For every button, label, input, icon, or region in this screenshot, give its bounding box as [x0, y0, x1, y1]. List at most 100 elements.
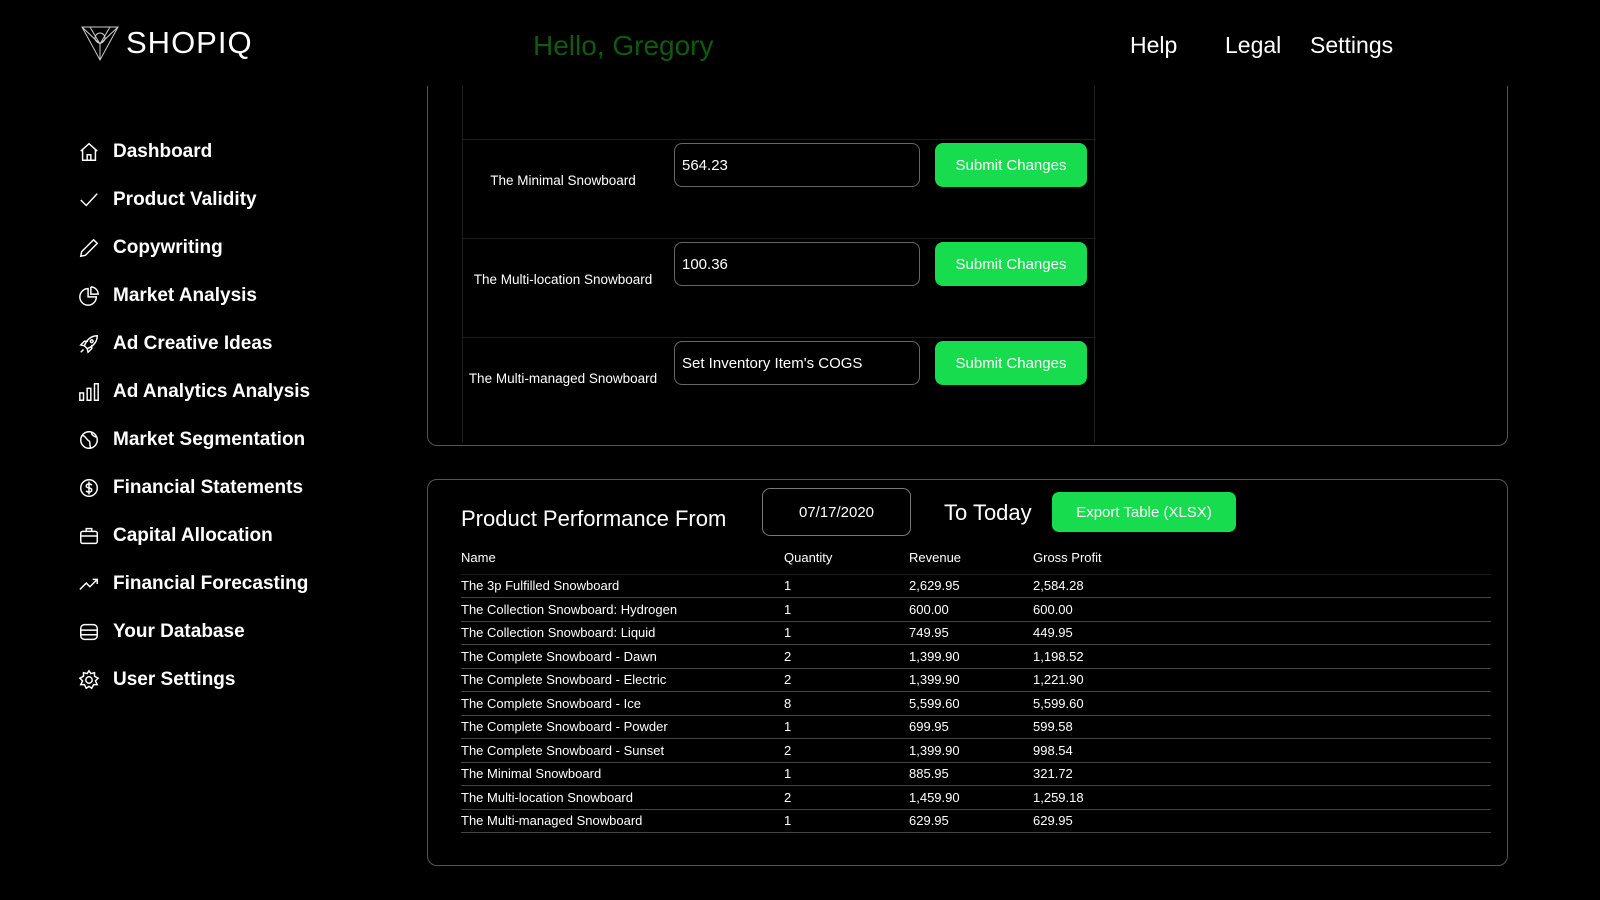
cogs-input[interactable]: [674, 341, 920, 385]
cell-gross-profit: 599.58: [1033, 715, 1491, 739]
cell-revenue: 885.95: [909, 762, 1033, 786]
product-name: The Multi-managed Snowboard: [468, 371, 658, 386]
sidebar-item-financial-statements[interactable]: Financial Statements: [78, 464, 310, 512]
cell-name: The Collection Snowboard: Liquid: [461, 621, 784, 645]
table-row[interactable]: The 3p Fulfilled Snowboard 1 2,629.95 2,584…: [461, 573, 1491, 598]
cell-gross-profit: 629.95: [1033, 809, 1491, 833]
cell-gross-profit: 1,221.90: [1033, 668, 1491, 692]
column-header-gross-profit[interactable]: Gross Profit: [1033, 548, 1491, 574]
table-row[interactable]: The Complete Snowboard - Electric 2 1,399.…: [461, 668, 1491, 692]
cell-quantity: 8: [784, 691, 909, 716]
cogs-row: The Minimal Snowboard Submit Changes: [463, 139, 1096, 238]
nav-settings[interactable]: Settings: [1310, 32, 1393, 59]
cogs-row: The Multi-location Snowboard Submit Chan…: [463, 238, 1096, 337]
table-row[interactable]: The Collection Snowboard: Hydrogen 1 600.0…: [461, 597, 1491, 622]
column-header-revenue[interactable]: Revenue: [909, 548, 1033, 574]
cell-quantity: 1: [784, 597, 909, 622]
cell-revenue: 1,399.90: [909, 644, 1033, 669]
table-row[interactable]: The Complete Snowboard - Powder 1 699.95 59…: [461, 715, 1491, 739]
sidebar-item-label: Market Segmentation: [113, 429, 306, 450]
submit-changes-button[interactable]: Submit Changes: [935, 341, 1087, 385]
database-icon: [80, 623, 98, 641]
cell-name: The Complete Snowboard - Dawn: [461, 644, 784, 669]
cell-quantity: 1: [784, 715, 909, 739]
table-row[interactable]: The Collection Snowboard: Liquid 1 749.95 4…: [461, 621, 1491, 645]
submit-changes-button[interactable]: Submit Changes: [935, 242, 1087, 286]
sidebar-item-label: Dashboard: [113, 141, 213, 162]
home-icon: [80, 142, 98, 161]
sidebar-item-label: Financial Forecasting: [113, 573, 309, 594]
sidebar-item-capital-allocation[interactable]: Capital Allocation: [78, 512, 310, 560]
cell-revenue: 629.95: [909, 809, 1033, 833]
bar-chart-icon: [79, 383, 99, 401]
cell-quantity: 2: [784, 785, 909, 810]
cell-revenue: 699.95: [909, 715, 1033, 739]
pencil-icon: [79, 238, 99, 258]
sidebar-item-product-validity[interactable]: Product Validity: [78, 176, 310, 224]
cell-name: The Complete Snowboard - Ice: [461, 691, 784, 716]
cell-gross-profit: 5,599.60: [1033, 691, 1491, 716]
cogs-input[interactable]: [674, 143, 920, 187]
cogs-card: The Minimal Snowboard Submit Changes The…: [427, 10, 1508, 446]
sidebar-item-your-database[interactable]: Your Database: [78, 608, 310, 656]
column-header-quantity[interactable]: Quantity: [784, 548, 909, 574]
table-row[interactable]: The Complete Snowboard - Ice 8 5,599.60 5,5…: [461, 691, 1491, 716]
cell-quantity: 1: [784, 762, 909, 786]
cogs-list[interactable]: The Minimal Snowboard Submit Changes The…: [462, 10, 1096, 442]
sidebar-item-dashboard[interactable]: Dashboard: [78, 128, 310, 176]
rocket-icon: [79, 335, 98, 354]
table-row[interactable]: The Multi-location Snowboard 2 1,459.90 1,2…: [461, 785, 1491, 810]
sidebar: Dashboard Product Validity Copywriting M…: [78, 128, 310, 704]
sidebar-item-label: Copywriting: [113, 237, 223, 258]
cell-gross-profit: 998.54: [1033, 738, 1491, 763]
cell-name: The Collection Snowboard: Hydrogen: [461, 597, 784, 622]
cell-revenue: 749.95: [909, 621, 1033, 645]
trend-up-icon: [79, 578, 98, 591]
logo[interactable]: SHOPIQ: [80, 24, 253, 62]
sidebar-item-market-segmentation[interactable]: Market Segmentation: [78, 416, 310, 464]
app-name: SHOPIQ: [126, 25, 253, 60]
cell-name: The Multi-managed Snowboard: [461, 809, 784, 833]
cell-gross-profit: 1,259.18: [1033, 785, 1491, 810]
sidebar-item-ad-analytics-analysis[interactable]: Ad Analytics Analysis: [78, 368, 310, 416]
nav-help[interactable]: Help: [1130, 32, 1177, 59]
cell-name: The Complete Snowboard - Electric: [461, 668, 784, 692]
cogs-input[interactable]: [674, 242, 920, 286]
cell-quantity: 2: [784, 738, 909, 763]
table-row[interactable]: The Complete Snowboard - Sunset 2 1,399.90…: [461, 738, 1491, 763]
cell-name: The Complete Snowboard - Sunset: [461, 738, 784, 763]
cell-gross-profit: 1,198.52: [1033, 644, 1491, 669]
table-row[interactable]: The Multi-managed Snowboard 1 629.95 629.95: [461, 809, 1491, 833]
cell-name: The Multi-location Snowboard: [461, 785, 784, 810]
header: SHOPIQ Hello, Gregory Help Legal Setting…: [0, 0, 1600, 86]
to-today-label: To Today: [944, 500, 1032, 525]
column-header-name[interactable]: Name: [461, 548, 784, 574]
table-row[interactable]: The Minimal Snowboard 1 885.95 321.72: [461, 762, 1491, 786]
cell-quantity: 1: [784, 573, 909, 598]
sidebar-item-market-analysis[interactable]: Market Analysis: [78, 272, 310, 320]
cogs-row: The Multi-managed Snowboard Submit Chang…: [463, 337, 1096, 436]
cell-gross-profit: 600.00: [1033, 597, 1491, 622]
nav-legal[interactable]: Legal: [1225, 32, 1281, 59]
check-icon: [80, 193, 98, 207]
table-row[interactable]: The Complete Snowboard - Dawn 2 1,399.90 1,…: [461, 644, 1491, 669]
submit-changes-button[interactable]: Submit Changes: [935, 143, 1087, 187]
gear-icon: [78, 669, 100, 690]
globe-icon: [80, 431, 98, 449]
sidebar-item-label: Your Database: [113, 621, 245, 642]
from-date-input[interactable]: 07/17/2020: [762, 488, 911, 536]
export-xlsx-button[interactable]: Export Table (XLSX): [1052, 492, 1236, 532]
sidebar-item-label: Capital Allocation: [113, 525, 273, 546]
sidebar-item-label: Product Validity: [113, 189, 257, 210]
sidebar-item-label: Financial Statements: [113, 477, 304, 498]
sidebar-item-ad-creative-ideas[interactable]: Ad Creative Ideas: [78, 320, 310, 368]
logo-icon: [81, 26, 119, 62]
cell-quantity: 2: [784, 668, 909, 692]
sidebar-item-financial-forecasting[interactable]: Financial Forecasting: [78, 560, 310, 608]
performance-title: Product Performance From: [461, 506, 727, 531]
sidebar-item-copywriting[interactable]: Copywriting: [78, 224, 310, 272]
sidebar-item-user-settings[interactable]: User Settings: [78, 656, 310, 704]
cell-quantity: 1: [784, 621, 909, 645]
performance-table: Name Quantity Revenue Gross Profit The 3…: [461, 548, 1491, 833]
cell-revenue: 5,599.60: [909, 691, 1033, 716]
